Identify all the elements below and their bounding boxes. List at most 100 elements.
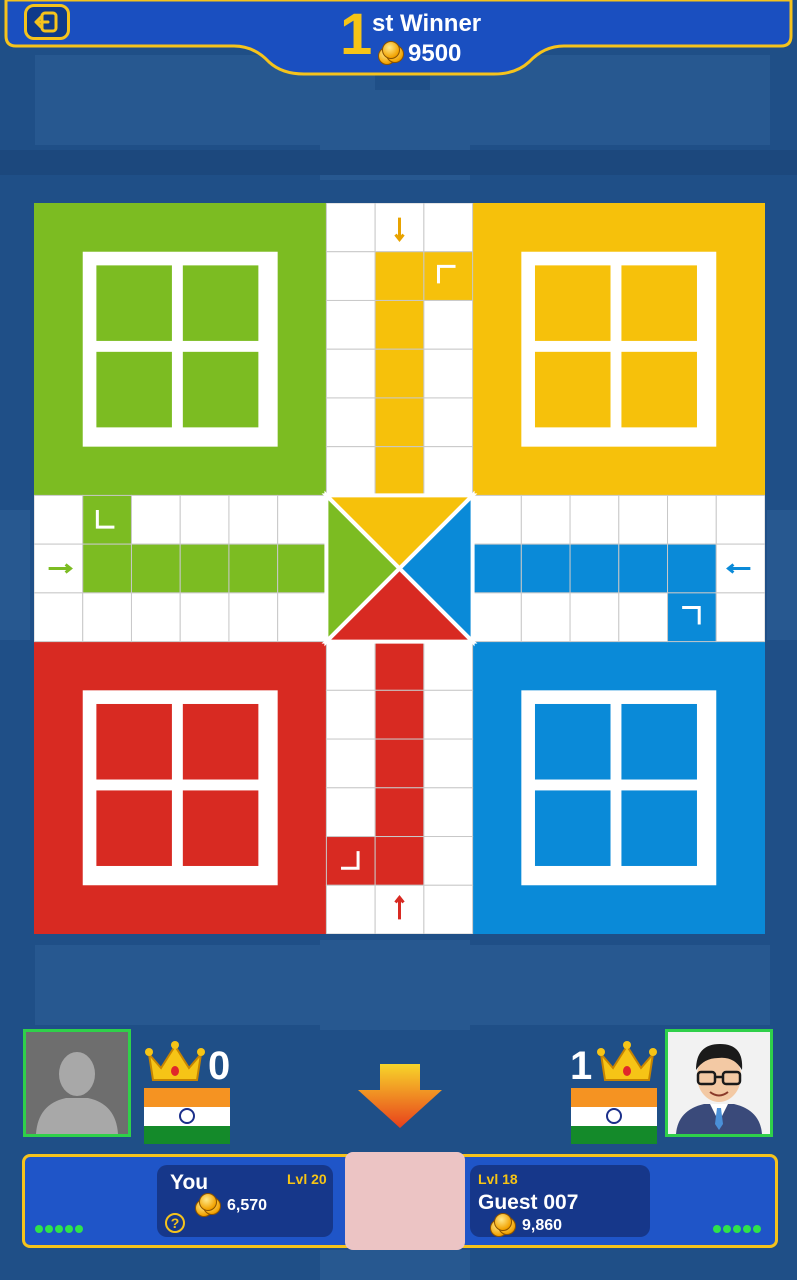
connection-dots-you [35,1225,83,1233]
player-card-you: You Lvl 20 ? 6,570 [157,1165,333,1237]
track-cell [325,641,376,691]
track-cell [423,299,474,350]
track-cell [325,689,376,740]
track-cell [423,738,474,789]
dice-area[interactable] [345,1152,465,1250]
track-cell [423,203,474,253]
player-info-panel: You Lvl 20 ? 6,570 Lvl 18 Guest 007 9,86… [22,1152,778,1250]
back-button[interactable] [24,4,70,40]
track-cell [374,397,425,448]
track-cell [618,494,669,545]
player-name-you: You [170,1171,209,1194]
track-cell [472,494,522,545]
player-avatar-you[interactable] [23,1029,131,1137]
player-name-guest: Guest 007 [478,1191,579,1214]
prize-value: 9500 [408,40,462,67]
track-cell [130,543,181,594]
question-icon[interactable]: ? [165,1213,185,1233]
track-cell [618,592,669,643]
rank-number: 1 [340,2,373,67]
default-avatar-icon [26,1032,128,1134]
track-cell [82,543,132,594]
track-cell [374,836,425,886]
track-cell [520,494,571,545]
track-cell [520,592,571,643]
home-green [34,203,327,496]
home-yellow [472,203,765,496]
track-cell [34,494,84,545]
track-cell [569,592,620,643]
track-cell [130,592,181,643]
track-cell [667,494,717,545]
down-arrow-icon [358,1064,442,1128]
coins-value-guest: 9,860 [522,1217,563,1234]
track-cell [374,787,425,838]
ludo-board[interactable] [34,203,765,934]
player-coins-guest: 9,860 [490,1213,563,1237]
track-cell [228,543,279,594]
track-cell [423,348,474,399]
crown-icon [597,1041,657,1081]
track-cell [423,251,474,301]
player-avatar-guest[interactable] [665,1029,773,1137]
track-cell [618,543,669,594]
track-cell [325,299,376,350]
track-cell [82,494,132,545]
player-card-guest: Lvl 18 Guest 007 9,860 [470,1165,650,1237]
track-cell [374,689,425,740]
track-cell [325,446,376,496]
track-cell [325,348,376,399]
track-cell [374,251,425,301]
track-cell [325,836,376,886]
coin-stack-icon [378,41,404,65]
track-cell [277,543,327,594]
track-cell [228,592,279,643]
crown-icon [145,1041,205,1081]
guest-avatar-icon [668,1032,770,1134]
track-cell [277,494,327,545]
player-coins-you: 6,570 [195,1193,268,1217]
connection-dots-guest [713,1225,761,1233]
track-cell [569,494,620,545]
winner-title: 1 st Winner 9500 [340,2,520,68]
track-cell [569,543,620,594]
track-cell [130,494,181,545]
track-cell [520,543,571,594]
track-cell [179,494,230,545]
india-flag-icon [571,1088,657,1144]
home-blue [472,641,765,934]
track-cell [423,689,474,740]
track-cell [228,494,279,545]
track-cell [325,884,376,934]
track-cell [325,397,376,448]
track-cell [374,348,425,399]
track-cell [325,251,376,301]
track-cell [423,446,474,496]
track-cell [667,592,717,643]
rank-label: st Winner [372,10,482,37]
track-cell [277,592,327,643]
track-cell [472,592,522,643]
track-cell [325,787,376,838]
track-cell [423,787,474,838]
track-cell [472,543,522,594]
track-cell [374,738,425,789]
track-cell [34,592,84,643]
track-cell [423,397,474,448]
track-cell [715,494,765,545]
coin-stack-icon [195,1193,221,1217]
back-arrow-icon [34,11,58,33]
player-level-guest: Lvl 18 [478,1171,518,1187]
track-cell [179,592,230,643]
coin-stack-icon [490,1213,516,1237]
coins-value-you: 6,570 [227,1197,268,1214]
player-level-you: Lvl 20 [287,1171,327,1187]
track-cell [82,592,132,643]
india-flag-icon [144,1088,230,1144]
track-cell [715,592,765,643]
track-cell [423,641,474,691]
track-cell [423,884,474,934]
prize-amount: 9500 [378,40,461,68]
track-cell [667,543,717,594]
home-red [34,641,327,934]
